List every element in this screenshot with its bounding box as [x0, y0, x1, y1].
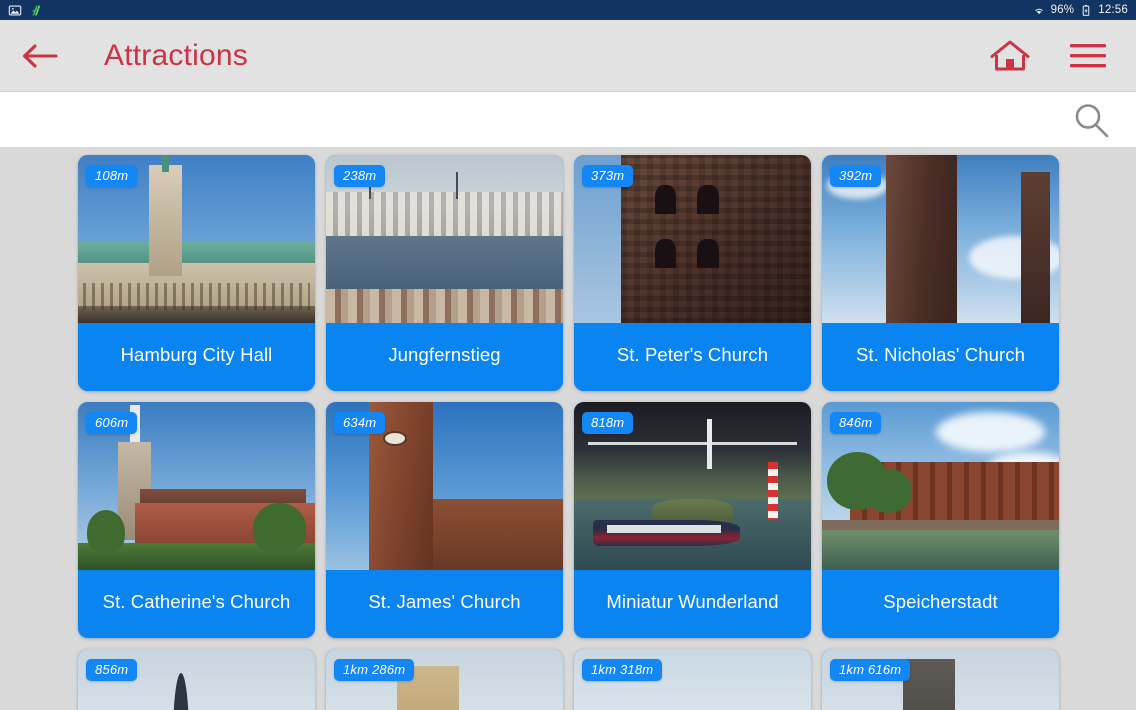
attractions-grid: 108m Hamburg City Hall 238m Jungfernstie…	[0, 147, 1136, 710]
attraction-photo: 373m	[574, 155, 811, 323]
attraction-card[interactable]: 392m St. Nicholas' Church	[822, 155, 1059, 391]
battery-charging-icon	[1082, 4, 1090, 16]
wifi-icon	[1034, 8, 1043, 14]
distance-badge: 634m	[334, 412, 386, 434]
distance-badge: 846m	[830, 412, 882, 434]
attraction-photo: 108m	[78, 155, 315, 323]
search-input[interactable]	[24, 99, 1068, 140]
home-button[interactable]	[984, 30, 1036, 82]
attraction-photo: 238m	[326, 155, 563, 323]
app-bar: Attractions	[0, 20, 1136, 92]
screenshot-icon	[8, 4, 22, 16]
attraction-title: St. Nicholas' Church	[822, 323, 1059, 391]
distance-badge: 818m	[582, 412, 634, 434]
attraction-title: Jungfernstieg	[326, 323, 563, 391]
distance-badge: 238m	[334, 165, 386, 187]
attraction-title: St. James' Church	[326, 570, 563, 638]
attraction-card[interactable]: 818m Miniatur Wunderland	[574, 402, 811, 638]
attraction-photo: 1km 318m	[574, 649, 811, 710]
status-bar: 96% 12:56	[0, 0, 1136, 20]
attraction-photo: 846m	[822, 402, 1059, 570]
search-bar[interactable]	[0, 92, 1136, 147]
attraction-photo: 818m	[574, 402, 811, 570]
app-icon	[32, 5, 41, 15]
distance-badge: 606m	[86, 412, 138, 434]
distance-badge: 373m	[582, 165, 634, 187]
attractions-content: 108m Hamburg City Hall 238m Jungfernstie…	[0, 147, 1136, 710]
back-button[interactable]	[14, 30, 66, 82]
attraction-card[interactable]: 373m St. Peter's Church	[574, 155, 811, 391]
hamburger-menu-icon	[1070, 44, 1106, 68]
status-bar-left-icons	[8, 4, 42, 17]
distance-badge: 392m	[830, 165, 882, 187]
attraction-photo: 634m	[326, 402, 563, 570]
attraction-photo: 392m	[822, 155, 1059, 323]
attraction-card[interactable]: 606m St. Catherine's Church	[78, 402, 315, 638]
attraction-photo: 856m	[78, 649, 315, 710]
attraction-photo: 1km 616m	[822, 649, 1059, 710]
attraction-title: St. Catherine's Church	[78, 570, 315, 638]
menu-button[interactable]	[1062, 30, 1114, 82]
attraction-card[interactable]: 1km 616m	[822, 649, 1059, 710]
attraction-title: Miniatur Wunderland	[574, 570, 811, 638]
attraction-title: St. Peter's Church	[574, 323, 811, 391]
attraction-card[interactable]: 634m St. James' Church	[326, 402, 563, 638]
home-icon	[990, 40, 1030, 71]
attraction-card[interactable]: 846m Speicherstadt	[822, 402, 1059, 638]
clock: 12:56	[1098, 4, 1128, 16]
attraction-title: Hamburg City Hall	[78, 323, 315, 391]
attraction-title: Speicherstadt	[822, 570, 1059, 638]
search-icon	[1075, 103, 1109, 137]
attraction-card[interactable]: 856m	[78, 649, 315, 710]
distance-badge: 108m	[86, 165, 138, 187]
attraction-photo: 1km 286m	[326, 649, 563, 710]
page-title: Attractions	[104, 39, 248, 72]
battery-percent: 96%	[1050, 4, 1075, 16]
distance-badge: 1km 616m	[830, 659, 911, 681]
attraction-photo: 606m	[78, 402, 315, 570]
distance-badge: 856m	[86, 659, 138, 681]
attraction-card[interactable]: 1km 318m	[574, 649, 811, 710]
distance-badge: 1km 286m	[334, 659, 415, 681]
arrow-left-icon	[23, 44, 58, 68]
attraction-card[interactable]: 238m Jungfernstieg	[326, 155, 563, 391]
status-bar-right: 96% 12:56	[1032, 4, 1128, 17]
search-button[interactable]	[1068, 97, 1114, 143]
attraction-card[interactable]: 108m Hamburg City Hall	[78, 155, 315, 391]
distance-badge: 1km 318m	[582, 659, 663, 681]
attraction-card[interactable]: 1km 286m	[326, 649, 563, 710]
